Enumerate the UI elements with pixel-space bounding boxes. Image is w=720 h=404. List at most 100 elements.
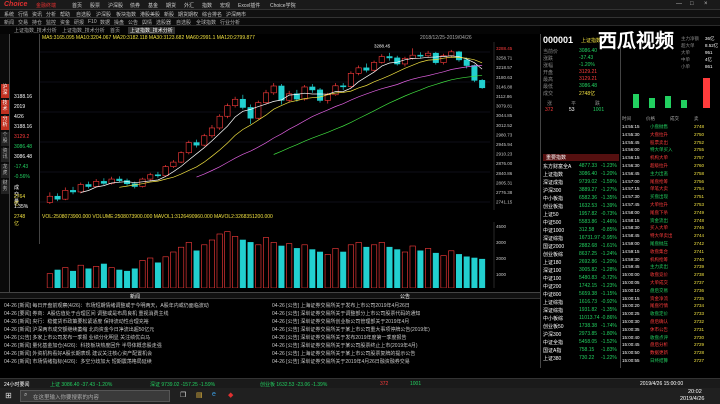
index-row[interactable]: 深证综指 16731.97 -0.95%	[543, 235, 619, 242]
news-item[interactable]: 04-26 [新闻] 外资机构看好A股长期表现 建议关注核心资产配置机会	[4, 350, 266, 357]
volume-chart[interactable]: 4500 3000 2000 1000	[40, 222, 540, 288]
top-menu-home[interactable]: 首页	[72, 2, 82, 9]
status-item[interactable]: 372	[380, 381, 388, 387]
strip-item-tech[interactable]: 技术	[1, 100, 9, 114]
top-menu-fund[interactable]: 基金	[148, 2, 158, 9]
index-row[interactable]: 中证800 5659.38 -1.15%	[543, 291, 619, 298]
strip-item-hs[interactable]: 沪深	[1, 84, 9, 98]
news-right-title[interactable]: 公告	[400, 293, 410, 300]
notice-item[interactable]: 04-26 [公告] 深圳证券交易所关于发布2019年度第一季度报告	[272, 334, 536, 341]
index-row[interactable]: 中证100 5480.83 -0.72%	[543, 275, 619, 282]
index-row[interactable]: 上证综指 1616.73 -0.92%	[543, 299, 619, 306]
status-item[interactable]: 2019/4/26 15:00:00	[640, 381, 683, 387]
tab-technical-1[interactable]: 上证指数_技术分析	[14, 27, 57, 34]
menu-help[interactable]: 帮助	[60, 11, 70, 18]
strip-item-dragon[interactable]: 龙虎	[1, 164, 9, 178]
top-menu-hs[interactable]: 沪深股	[108, 2, 123, 9]
news-left-title[interactable]: 新闻	[130, 293, 140, 300]
quick-industry[interactable]: 行业分析	[220, 19, 240, 26]
index-row[interactable]: 国证A指 758.15 -1.83%	[543, 347, 619, 354]
kline-chart-area[interactable]: MA5:3165.095 MA10:3204.067 MA20:3182.118…	[40, 34, 540, 292]
strip-item-finance[interactable]: 财务	[1, 180, 9, 194]
news-item[interactable]: 04-26 [新闻] 市场情绪指标(4/26)：多空分歧加大 短期震荡格局延续	[4, 358, 266, 365]
index-row[interactable]: 中证200 1742.15 -1.23%	[543, 283, 619, 290]
quick-global-index[interactable]: 全球指数	[196, 19, 216, 26]
quick-news[interactable]: 新闻	[4, 19, 14, 26]
taskbar-clock[interactable]: 20:02	[688, 389, 702, 395]
index-row[interactable]: 国证2000 2882.68 -1.61%	[543, 243, 619, 250]
menu-hs-stock[interactable]: 沪深股	[96, 11, 111, 18]
news-item[interactable]: 04-26 [新闻] 每日开盘前观察(4/26)：市场短期情绪调整或于今明两天，…	[4, 302, 266, 309]
tab-home[interactable]: 首页	[110, 27, 120, 34]
index-row[interactable]: 上证50 1957.82 -0.73%	[543, 211, 619, 218]
quick-sentiment[interactable]: 舆情	[142, 19, 152, 26]
notice-item[interactable]: 04-26 [公告] 上海证券交易所关于发布上市公司2019年4月26日	[272, 302, 536, 309]
index-row[interactable]: 中证全指 5458.05 -1.52%	[543, 339, 619, 346]
menu-hs-market[interactable]: 沪深两市	[226, 11, 246, 18]
index-row[interactable]: 东方财富全A 4877.33 -1.23%	[543, 163, 619, 170]
top-menu-index[interactable]: 指数	[202, 2, 212, 9]
status-item[interactable]: 上证 3086.40 -37.43 -1.20%	[50, 381, 112, 388]
quick-monitor[interactable]: 监控	[46, 19, 56, 26]
quick-trade[interactable]: 交易	[18, 19, 28, 26]
maximize-icon[interactable]: □	[690, 1, 694, 7]
kline-chart[interactable]: 3288.45 3288.45 3258.71 3218.57 3180.63 3146.…	[40, 42, 540, 210]
strip-item-news[interactable]: 资讯	[1, 148, 9, 162]
quick-watchlist[interactable]: 自选股	[176, 19, 191, 26]
top-menu-excel[interactable]: Excel插件	[238, 2, 260, 9]
news-item[interactable]: 04-26 [新闻] 沪深两市成交额继续萎缩 北向资金今日净流出超50亿元	[4, 326, 266, 333]
top-menu-macro[interactable]: 宏观	[220, 2, 230, 9]
index-row[interactable]: 创业板综 8637.25 -1.24%	[543, 251, 619, 258]
index-row[interactable]: 中小板指 6582.36 -1.35%	[543, 195, 619, 202]
choice-app-icon[interactable]: ◆	[228, 391, 233, 399]
notice-item[interactable]: 04-26 [公告] 深圳证券交易所关于调整部分上市公司股票代码的通知	[272, 310, 536, 317]
menu-quote[interactable]: 行情	[18, 11, 28, 18]
menu-system[interactable]: 系统	[4, 11, 14, 18]
index-row[interactable]: 创业板50 1738.38 -1.74%	[543, 323, 619, 330]
news-item[interactable]: 04-26 [新闻] 量化基金加仓(4/26)：科技板块热度回升 半导体概念股走…	[4, 342, 266, 349]
top-menu-stock[interactable]: 股票	[90, 2, 100, 9]
status-item[interactable]: 深证 9739.02 -157.25 -1.59%	[150, 381, 215, 388]
news-item[interactable]: 04-26 [新闻] 央行：稳健货币政策要松紧适度 保持流动性合理充裕	[4, 318, 266, 325]
notice-item[interactable]: 04-26 [公告] 深圳证券交易所关于某公司股票终止上市(2019年4月)	[272, 342, 536, 349]
strip-item-analysis[interactable]: 分析	[1, 116, 9, 130]
menu-ipo[interactable]: 新股	[164, 11, 174, 18]
quick-f10[interactable]: F10	[88, 19, 97, 25]
index-row[interactable]: 深证成指 9739.02 -1.59%	[543, 179, 619, 186]
index-row[interactable]: 中小板综 11013.74 -0.86%	[543, 315, 619, 322]
menu-analysis[interactable]: 分析	[46, 11, 56, 18]
menu-watchlist[interactable]: 自选股	[76, 11, 91, 18]
menu-futures-options[interactable]: 期货期权	[178, 11, 198, 18]
quick-research[interactable]: 研报	[74, 19, 84, 26]
top-menu-academy[interactable]: Choice学院	[270, 2, 296, 9]
tab-technical-active[interactable]: 上证指数_技术分析	[128, 27, 175, 34]
notice-item[interactable]: 04-26 [公告] 深圳证券交易所关于2019年4月26日融资融券交易	[272, 358, 536, 365]
menu-ranking[interactable]: 综合排名	[202, 11, 222, 18]
status-item[interactable]: 创业板 1632.53 -23.06 -1.39%	[260, 381, 327, 388]
news-item[interactable]: 04-26 [要闻] 券商：A股估值处于合理区间 调整或是布局良机 重视消费主线	[4, 310, 266, 317]
quick-position[interactable]: 持仓	[32, 19, 42, 26]
edge-icon[interactable]: e	[212, 391, 216, 398]
windows-start-icon[interactable]: ⊞	[5, 391, 12, 400]
quick-operate[interactable]: 操盘	[114, 19, 124, 26]
top-menu-futures[interactable]: 期货	[166, 2, 176, 9]
explorer-icon[interactable]: ▤	[196, 391, 203, 399]
index-row[interactable]: 中证500 5583.86 -1.46%	[543, 219, 619, 226]
index-row[interactable]: 创业板指 1632.53 -1.39%	[543, 203, 619, 210]
status-item[interactable]: 1001	[410, 381, 421, 387]
notice-item[interactable]: 04-26 [公告] 深圳证券交易所创业板公司管理部关于2019年4月	[272, 318, 536, 325]
index-row[interactable]: 中证1000 312.58 -0.85%	[543, 227, 619, 234]
strip-item-stock[interactable]: 个股	[1, 132, 9, 146]
index-row[interactable]: 深证综指 1931.82 -1.35%	[543, 307, 619, 314]
news-item[interactable]: 04-26 [公告] 多家上市公司发布一季报 业绩分化明显 关注绩优白马	[4, 334, 266, 341]
minimize-icon[interactable]: —	[676, 1, 682, 7]
quick-notice[interactable]: 公告	[128, 19, 138, 26]
tab-technical-2[interactable]: 上证指数_技术分析	[62, 27, 105, 34]
menu-hk-us[interactable]: 港股美股	[140, 11, 160, 18]
top-menu-bond[interactable]: 债券	[130, 2, 140, 9]
quick-funds[interactable]: 资金	[60, 19, 70, 26]
index-row[interactable]: 上证指数 3086.40 -1.20%	[543, 171, 619, 178]
notice-item[interactable]: 04-26 [公告] 深圳证券交易所关于某上市公司重大事项停牌公告(2019年)	[272, 326, 536, 333]
quick-screener[interactable]: 选股器	[156, 19, 171, 26]
task-view-icon[interactable]: ❐	[180, 391, 186, 399]
